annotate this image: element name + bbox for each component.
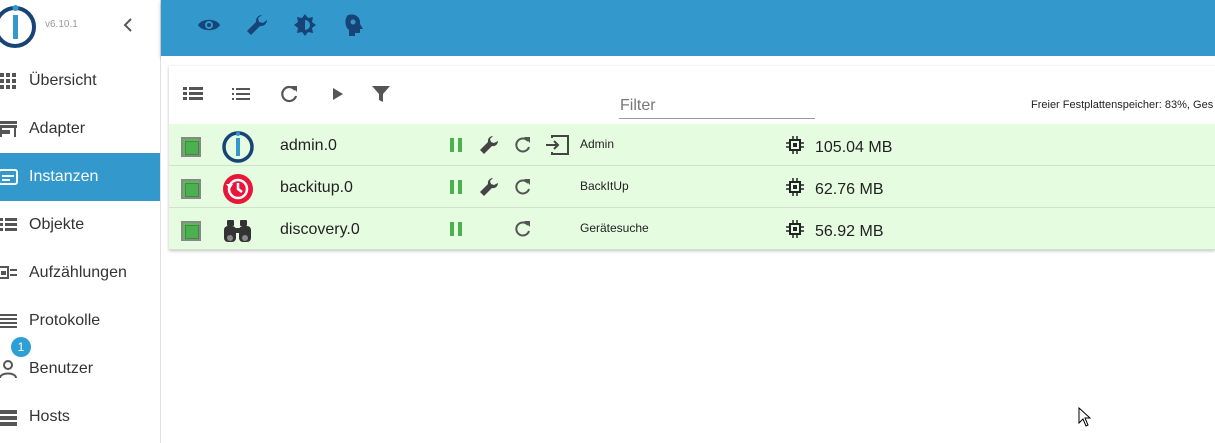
instance-name: admin.0 (280, 137, 337, 154)
instance-enabled-checkbox[interactable] (181, 179, 201, 199)
version-label: v6.10.1 (45, 19, 78, 30)
table-row: discovery.0 Gerätesuche 56.92 MB (169, 208, 1215, 250)
restart-icon[interactable] (512, 218, 534, 240)
sidebar-item-instanzen[interactable]: Instanzen (0, 153, 160, 201)
expert-mode-icon[interactable] (340, 12, 366, 38)
backitup-icon (223, 174, 253, 204)
view-rows-icon[interactable] (182, 83, 204, 105)
instance-title: Admin (580, 137, 615, 151)
sidebar-item-aufzaehlungen[interactable]: Aufzählungen (0, 249, 160, 297)
logo-area: v6.10.1 (0, 0, 160, 56)
sidebar-item-label: Adapter (29, 120, 86, 137)
binoculars-icon (224, 220, 251, 242)
hosts-badge: 1 (11, 337, 31, 357)
instance-name: discovery.0 (280, 221, 360, 238)
sidebar-item-label: Hosts (29, 408, 70, 425)
restart-icon[interactable] (512, 134, 534, 156)
eye-icon[interactable] (196, 12, 222, 38)
wrench-icon[interactable] (478, 134, 500, 156)
filter-icon[interactable] (370, 83, 392, 105)
sidebar-item-label: Objekte (29, 216, 85, 233)
instance-memory: 62.76 MB (815, 181, 884, 198)
instance-title: Gerätesuche (580, 221, 649, 235)
play-icon[interactable] (326, 83, 348, 105)
refresh-icon[interactable] (278, 83, 300, 105)
logs-icon (0, 314, 17, 328)
open-link-icon[interactable] (544, 134, 570, 156)
top-bar (161, 0, 1215, 56)
mouse-cursor-icon (1078, 407, 1092, 427)
table-row: admin.0 Admin 105.04 MB (169, 124, 1215, 166)
hosts-icon (0, 410, 17, 426)
pause-icon[interactable] (445, 176, 467, 198)
sidebar-item-objekte[interactable]: Objekte (0, 201, 160, 249)
sidebar-item-label: Aufzählungen (29, 264, 127, 281)
sidebar-item-uebersicht[interactable]: Übersicht (0, 57, 160, 105)
sidebar-item-label: Übersicht (29, 72, 97, 89)
sidebar-nav: Übersicht Adapter Instanzen Objekte Aufz… (0, 57, 160, 441)
pause-icon[interactable] (445, 218, 467, 240)
iobroker-logo-icon (0, 5, 36, 48)
instance-enabled-checkbox[interactable] (181, 221, 201, 241)
instances-table: admin.0 Admin 105.04 MB backitup.0 BackI… (169, 124, 1215, 250)
table-row: backitup.0 BackItUp 62.76 MB (169, 166, 1215, 208)
sidebar-item-hosts[interactable]: Hosts (0, 393, 160, 441)
disk-space-info: Freier Festplattenspeicher: 83%, Ges (1031, 99, 1214, 111)
pause-icon[interactable] (445, 134, 467, 156)
brightness-icon[interactable] (292, 12, 318, 38)
grid-icon (0, 73, 16, 89)
sidebar-item-label: Instanzen (29, 168, 99, 185)
sidebar-item-adapter[interactable]: Adapter (0, 105, 160, 153)
instances-panel: Freier Festplattenspeicher: 83%, Ges adm… (169, 66, 1215, 250)
wrench-icon[interactable] (478, 176, 500, 198)
instances-icon (0, 169, 18, 185)
sidebar: v6.10.1 Übersicht Adapter Instanzen Obje… (0, 0, 161, 443)
memory-chip-icon (786, 220, 804, 238)
list-icon (0, 218, 17, 231)
memory-chip-icon (786, 136, 804, 154)
chevron-left-icon[interactable] (118, 14, 138, 36)
instance-title: BackItUp (580, 179, 629, 193)
sidebar-item-label: Protokolle (29, 312, 101, 329)
instance-name: backitup.0 (280, 179, 353, 196)
sidebar-item-label: Benutzer (29, 360, 94, 377)
view-list-icon[interactable] (230, 83, 252, 105)
instance-memory: 105.04 MB (815, 139, 893, 156)
store-icon (0, 121, 17, 137)
filter-input[interactable] (619, 93, 815, 119)
enum-icon (0, 266, 17, 279)
wrench-icon[interactable] (244, 12, 270, 38)
restart-icon[interactable] (512, 176, 534, 198)
memory-chip-icon (786, 178, 804, 196)
iobroker-logo-icon (222, 131, 254, 163)
user-icon (0, 360, 17, 379)
instance-memory: 56.92 MB (815, 223, 884, 240)
main-content: Freier Festplattenspeicher: 83%, Ges adm… (161, 56, 1215, 443)
instance-enabled-checkbox[interactable] (181, 137, 201, 157)
